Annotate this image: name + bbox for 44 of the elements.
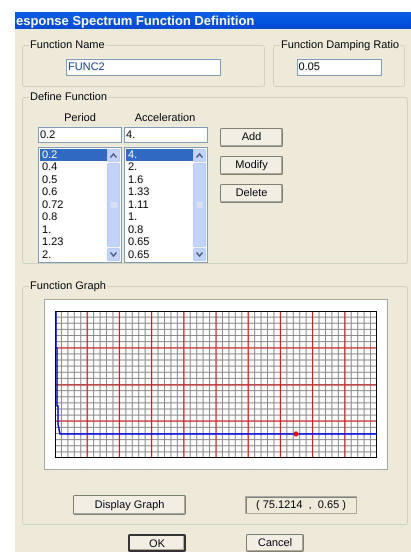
list-item[interactable]: 0.65 bbox=[126, 236, 193, 249]
column-header: Acceleration bbox=[134, 110, 196, 125]
scroll-down-icon[interactable] bbox=[193, 248, 206, 261]
name-field[interactable]: FUNC2 bbox=[66, 58, 221, 76]
title-bar: esponse Spectrum Function Definition bbox=[15, 12, 411, 29]
list-item[interactable]: 0.5 bbox=[40, 174, 107, 186]
list-item[interactable]: 2. bbox=[126, 161, 193, 174]
list-item[interactable]: 1.33 bbox=[126, 186, 193, 199]
push-button[interactable]: Delete bbox=[220, 184, 283, 203]
list-item[interactable]: 4. bbox=[126, 148, 193, 162]
list-item[interactable]: 0.8 bbox=[40, 211, 107, 224]
grip-icon bbox=[196, 202, 202, 208]
acceleration-field[interactable]: 4. bbox=[124, 126, 208, 143]
push-button[interactable]: Modify bbox=[220, 156, 283, 175]
push-button[interactable]: Display Graph bbox=[73, 495, 186, 516]
scroll-down-icon[interactable] bbox=[107, 248, 120, 261]
list-box[interactable]: 0.2 0.4 0.5 0.6 0.72 0.8 1. 1.23 2. bbox=[38, 146, 122, 263]
list-item[interactable]: 1.6 bbox=[126, 174, 193, 186]
list-item[interactable]: 1.23 bbox=[40, 236, 107, 249]
push-button[interactable]: OK bbox=[128, 534, 186, 552]
list-item[interactable]: 0.6 bbox=[40, 186, 107, 199]
list-item[interactable]: 0.8 bbox=[126, 224, 193, 236]
group-label: Function Damping Ratio bbox=[280, 38, 400, 52]
list-item[interactable]: 2. bbox=[40, 248, 107, 262]
list-item[interactable]: 1. bbox=[126, 211, 193, 224]
list-item[interactable]: 0.2 bbox=[40, 148, 107, 162]
list-item[interactable]: 1.11 bbox=[126, 198, 193, 212]
grip-icon bbox=[110, 202, 116, 208]
coordinate-readout: ( 75.1214 , 0.65 ) bbox=[245, 496, 357, 514]
list-item[interactable]: 0.4 bbox=[40, 161, 107, 174]
scroll-thumb[interactable] bbox=[107, 162, 120, 247]
push-button[interactable]: Cancel bbox=[246, 534, 304, 552]
list-item[interactable]: 0.65 bbox=[126, 248, 193, 262]
push-button[interactable]: Add bbox=[220, 128, 283, 147]
list-item[interactable]: 1. bbox=[40, 224, 107, 236]
period-field[interactable]: 0.2 bbox=[38, 126, 122, 143]
column-header: Period bbox=[63, 110, 97, 125]
scroll-up-icon[interactable] bbox=[107, 148, 120, 162]
list-item[interactable]: 0.72 bbox=[40, 198, 107, 212]
scroll-thumb[interactable] bbox=[193, 162, 206, 247]
scroll-up-icon[interactable] bbox=[193, 148, 206, 162]
damping-field[interactable]: 0.05 bbox=[296, 58, 382, 76]
list-box[interactable]: 4. 2. 1.6 1.33 1.11 1. 0.8 0.65 0.65 bbox=[124, 146, 208, 263]
group-label: Function Graph bbox=[29, 279, 107, 294]
